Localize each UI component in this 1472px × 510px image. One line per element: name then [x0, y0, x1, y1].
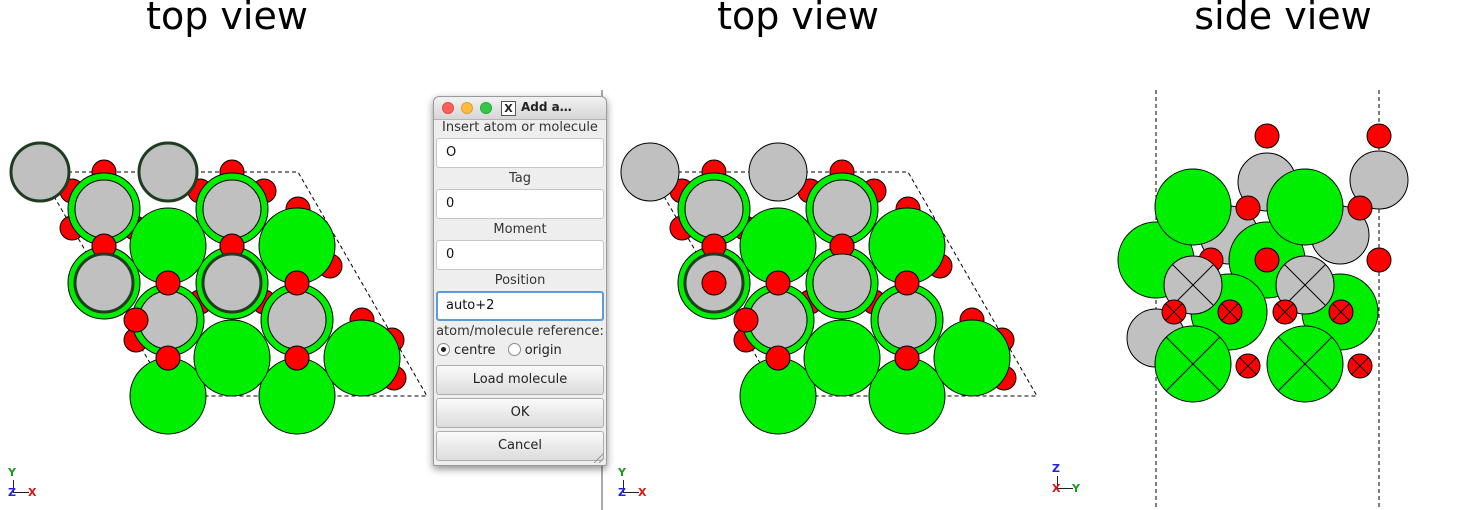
minimize-window-button[interactable] — [461, 102, 473, 114]
atom-oxygen[interactable] — [155, 345, 181, 371]
atom-oxygen[interactable] — [1235, 195, 1261, 221]
tag-label: Tag — [508, 171, 531, 186]
axes-side: Z X Y — [1052, 462, 1092, 500]
atom-green[interactable] — [323, 319, 401, 397]
insert-atom-input[interactable]: O — [436, 138, 604, 168]
reference-radio-group: centre origin — [437, 343, 562, 358]
load-molecule-button[interactable]: Load molecule — [436, 365, 604, 395]
moment-label: Moment — [493, 222, 547, 237]
atoms-scene[interactable] — [0, 0, 1472, 510]
atom-grey[interactable] — [267, 290, 327, 350]
axes-middle: Y Z X — [618, 466, 658, 504]
atom-oxygen[interactable] — [1254, 247, 1280, 273]
axis-z-label: Z — [618, 486, 626, 499]
axis-x-label: X — [1052, 482, 1061, 495]
dialog-titlebar[interactable]: X Add a… — [434, 97, 606, 120]
atom-grey[interactable] — [202, 179, 262, 239]
maximize-window-button[interactable] — [480, 102, 492, 114]
axis-x-label: X — [638, 486, 647, 499]
radio-origin-indicator[interactable] — [507, 343, 521, 356]
atom-green[interactable] — [933, 319, 1011, 397]
atom-green[interactable] — [803, 319, 881, 397]
atom-oxygen[interactable] — [765, 270, 791, 296]
atom-oxygen[interactable] — [284, 345, 310, 371]
insert-label: Insert atom or molecule — [442, 120, 598, 135]
atom-grey[interactable] — [812, 253, 872, 313]
reference-label: atom/molecule reference: — [436, 324, 604, 339]
atom-oxygen[interactable] — [894, 345, 920, 371]
atom-green[interactable] — [193, 319, 271, 397]
moment-input[interactable]: 0 — [436, 240, 604, 270]
x11-app-icon: X — [501, 101, 516, 116]
atom-oxygen-added[interactable] — [701, 270, 727, 296]
atom-oxygen[interactable] — [733, 307, 759, 333]
position-input[interactable]: auto+2 — [436, 291, 604, 321]
position-label: Position — [494, 273, 546, 288]
axis-y-label: Y — [8, 466, 16, 479]
radio-centre-label: centre — [454, 343, 496, 358]
radio-origin[interactable]: origin — [507, 343, 562, 358]
atom-grey[interactable] — [73, 252, 135, 314]
radio-origin-label: origin — [524, 343, 562, 358]
atom-oxygen[interactable] — [765, 345, 791, 371]
axes-left: Y Z X — [8, 466, 48, 504]
atom-grey[interactable] — [201, 252, 263, 314]
atom-oxygen[interactable] — [1366, 123, 1392, 149]
atom-oxygen[interactable] — [284, 270, 310, 296]
axis-z-label: Z — [1052, 462, 1060, 475]
atom-grey[interactable] — [74, 179, 134, 239]
radio-centre[interactable]: centre — [437, 343, 496, 358]
atom-oxygen[interactable] — [1366, 247, 1392, 273]
atom-oxygen[interactable] — [1347, 195, 1373, 221]
atom-oxygen[interactable] — [1254, 123, 1280, 149]
atom-grey[interactable] — [620, 142, 680, 202]
atom-grey[interactable] — [877, 290, 937, 350]
atom-grey[interactable] — [812, 179, 872, 239]
cancel-button[interactable]: Cancel — [436, 431, 604, 461]
axis-y-label: Y — [618, 466, 626, 479]
atom-oxygen[interactable] — [894, 270, 920, 296]
atom-grey[interactable] — [684, 179, 744, 239]
atom-green[interactable] — [1266, 168, 1344, 246]
radio-centre-indicator[interactable] — [437, 343, 450, 356]
add-atoms-dialog: X Add a… Insert atom or molecule O Tag 0… — [433, 96, 607, 466]
atom-grey[interactable] — [748, 142, 808, 202]
resize-grip-icon[interactable] — [594, 453, 604, 463]
ok-button[interactable]: OK — [436, 398, 604, 428]
axis-y-label: Y — [1072, 482, 1080, 495]
axis-x-label: X — [28, 486, 37, 499]
atom-grey[interactable] — [9, 141, 71, 203]
atom-grey[interactable] — [137, 141, 199, 203]
close-window-button[interactable] — [442, 102, 454, 114]
dialog-title: Add a… — [521, 100, 572, 114]
atom-oxygen[interactable] — [155, 270, 181, 296]
atom-oxygen[interactable] — [123, 307, 149, 333]
axis-z-label: Z — [8, 486, 16, 499]
atom-green[interactable] — [1154, 168, 1232, 246]
tag-input[interactable]: 0 — [436, 189, 604, 219]
